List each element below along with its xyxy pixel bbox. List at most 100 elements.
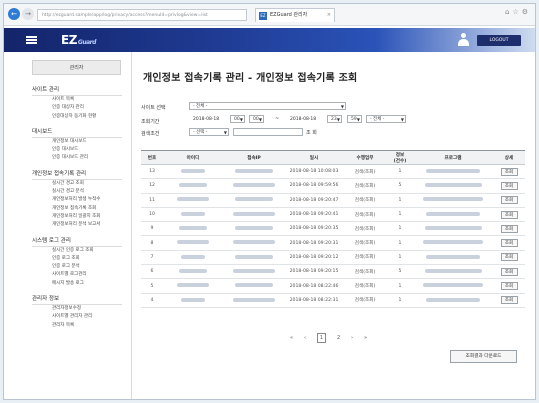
column-header: 아이디 (163, 150, 223, 165)
page-2-button[interactable]: 2 (337, 333, 340, 343)
gear-icon[interactable]: ⚙ (522, 8, 531, 16)
sidebar-item[interactable]: 관리자정보수정 (52, 305, 131, 313)
end-hour-value: 23 (331, 117, 337, 122)
detail-button[interactable]: 조회 (500, 282, 518, 291)
program-cell (413, 250, 493, 266)
count-cell: 1 (387, 221, 413, 237)
end-date[interactable]: 2018-08-18 (290, 117, 316, 122)
sidebar-item[interactable]: 개인정보처리 분석 보고서 (52, 221, 131, 229)
table-row[interactable]: 10 2018-08-18 09:20:41 검색(조회) 1 조회 (141, 207, 525, 223)
task-cell: 검색(조회) (343, 235, 387, 251)
redacted-value (233, 240, 275, 245)
redacted-value (177, 197, 209, 202)
detail-button[interactable]: 조회 (500, 181, 518, 190)
sidebar-item[interactable]: 개인정보처리 발생 누적수 (52, 196, 131, 204)
first-page-button[interactable]: « (290, 333, 293, 343)
page-title: 개인정보 접속기록 관리 - 개인정보 접속기록 조회 (143, 73, 358, 84)
sidebar-item[interactable]: 개인정보처리 일괄지 조회 (52, 213, 131, 221)
start-hour-select[interactable]: 00 ▼ (230, 115, 245, 123)
sidebar-item[interactable]: 인증대상자 동기화 현황 (52, 113, 131, 121)
period-select[interactable]: - 전체 - ▼ (366, 115, 406, 123)
prev-page-button[interactable]: ‹ (304, 333, 306, 343)
site-select[interactable]: - 전체 - ▼ (189, 102, 346, 110)
redacted-value (423, 240, 483, 245)
row-number: 8 (141, 235, 163, 251)
redacted-value (179, 226, 207, 231)
chevron-down-icon: ▼ (336, 117, 340, 122)
table-row[interactable]: 5 2018-08-18 08:22:46 검색(조회) 1 조회 (141, 278, 525, 294)
detail-button[interactable]: 조회 (500, 296, 518, 305)
sidebar-item[interactable]: 인증 대시보드 관리 (52, 154, 131, 162)
user-id-cell (163, 221, 223, 237)
table-row[interactable]: 6 2018-08-18 09:20:15 검색(조회) 5 조회 (141, 264, 525, 280)
sidebar-item[interactable]: 인증 대상자 관리 (52, 104, 131, 112)
task-cell: 검색(조회) (343, 250, 387, 266)
download-results-button[interactable]: 조회결과 다운로드 (450, 350, 517, 363)
access-log-table: 번호 아이디 접속IP 일시 수행업무 정보 (건수) 프로그램 상세 13 2018-08-1… (141, 150, 525, 308)
table-row[interactable]: 7 2018-08-18 09:20:12 검색(조회) 1 조회 (141, 250, 525, 266)
end-hour-select[interactable]: 23 ▼ (327, 115, 342, 123)
detail-button[interactable]: 조회 (500, 253, 518, 262)
redacted-value (235, 226, 273, 231)
table-row[interactable]: 13 2018-08-18 10:08:03 검색(조회) 1 조회 (141, 164, 525, 180)
search-keyword-input[interactable] (233, 128, 303, 136)
search-button[interactable]: 조 회 (306, 129, 317, 136)
sidebar-item[interactable]: 인증 로그 조회 (52, 255, 131, 263)
sidebar-item[interactable]: 사이트별 로그관리 (52, 271, 131, 279)
task-cell: 검색(조회) (343, 178, 387, 194)
column-header: 정보 (건수) (387, 150, 413, 165)
close-tab-icon[interactable]: × (327, 9, 331, 22)
next-page-button[interactable]: › (351, 333, 353, 343)
redacted-value (424, 268, 482, 273)
detail-button[interactable]: 조회 (500, 239, 518, 248)
table-row[interactable]: 11 2018-08-18 09:20:47 검색(조회) 1 조회 (141, 193, 525, 208)
page-1-button[interactable]: 1 (317, 333, 326, 343)
sidebar-item[interactable]: 메시지 발송 로그 (52, 280, 131, 288)
task-cell: 검색(조회) (343, 164, 387, 180)
sidebar-item[interactable]: 사이트 목록 (52, 96, 131, 104)
table-row[interactable]: 4 2018-08-18 08:22:31 검색(조회) 1 조회 (141, 293, 525, 308)
detail-button[interactable]: 조회 (500, 224, 518, 233)
redacted-value (423, 283, 483, 288)
forward-button[interactable]: → (22, 8, 34, 20)
table-row[interactable]: 12 2018-08-18 09:59:56 검색(조회) 5 조회 (141, 178, 525, 194)
start-min-select[interactable]: 00 ▼ (249, 115, 264, 123)
sidebar-group-title: 사이트 관리 (32, 85, 122, 96)
sidebar-item[interactable]: 개인정보 대시보드 (52, 138, 131, 146)
star-icon[interactable]: ☆ (512, 8, 521, 16)
browser-tab[interactable]: EZ EZGuard 관리자 × (255, 8, 335, 22)
sidebar-item[interactable]: 개인정보 접속기록 조회 (52, 205, 131, 213)
detail-button[interactable]: 조회 (500, 196, 518, 205)
range-separator: ~ (275, 116, 280, 122)
table-row[interactable]: 9 2018-08-18 09:20:35 검색(조회) 1 조회 (141, 221, 525, 237)
sidebar-item[interactable]: 인증 로그 분석 (52, 263, 131, 271)
sidebar-item[interactable]: 관리자 목록 (52, 322, 131, 330)
redacted-value (235, 168, 273, 173)
end-min-select[interactable]: 59 ▼ (347, 115, 362, 123)
redacted-value (233, 211, 275, 216)
task-cell: 검색(조회) (343, 278, 387, 294)
task-cell: 검색(조회) (343, 221, 387, 237)
detail-button[interactable]: 조회 (500, 167, 518, 176)
start-date[interactable]: 2018-08-18 (193, 117, 219, 122)
table-row[interactable]: 8 2018-08-18 09:20:31 검색(조회) 1 조회 (141, 235, 525, 251)
sidebar-item[interactable]: 실시간 경고 분석 (52, 188, 131, 196)
column-header: 접속IP (223, 150, 285, 165)
task-cell: 검색(조회) (343, 193, 387, 208)
sidebar-item[interactable]: 사이트별 관리자 관리 (52, 313, 131, 321)
back-button[interactable]: ← (8, 8, 20, 20)
sidebar-item[interactable]: 실시간 경고 조회 (52, 180, 131, 188)
detail-button[interactable]: 조회 (500, 210, 518, 219)
sidebar-item[interactable]: 인증 대시보드 (52, 146, 131, 154)
address-bar[interactable]: http://ezguard.sample/app/log/privacy/ac… (37, 9, 247, 21)
sidebar-item[interactable]: 실시간 인증 로그 조회 (52, 247, 131, 255)
hamburger-menu-icon[interactable] (26, 36, 37, 44)
logout-button[interactable]: LOGOUT (477, 35, 521, 46)
program-cell (413, 235, 493, 251)
detail-button[interactable]: 조회 (500, 267, 518, 276)
app-header: EZGuard LOGOUT (4, 28, 535, 52)
condition-select[interactable]: - 선택 - ▼ (189, 128, 229, 136)
last-page-button[interactable]: » (364, 333, 367, 343)
user-id-cell (163, 293, 223, 308)
chevron-down-icon: ▼ (239, 117, 243, 122)
